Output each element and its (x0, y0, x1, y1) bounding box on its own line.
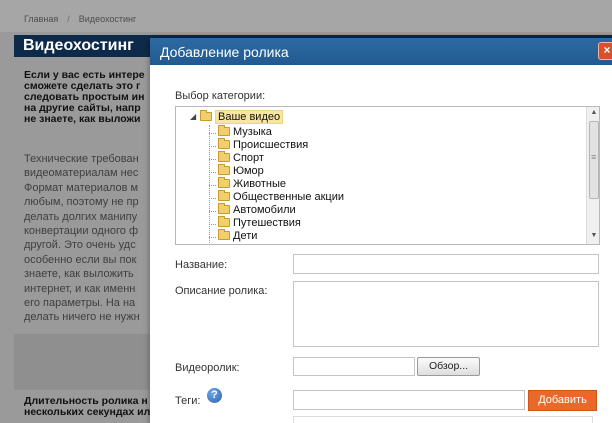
scroll-down-icon[interactable]: ▼ (587, 230, 599, 242)
folder-icon (200, 110, 212, 121)
help-icon[interactable]: ? (207, 388, 222, 403)
dialog-title: Добавление ролика (160, 44, 289, 60)
folder-icon (218, 229, 230, 240)
description-textarea[interactable] (293, 281, 599, 347)
tree-item-label: Музыка (233, 126, 272, 138)
video-file-input[interactable] (293, 357, 415, 376)
folder-icon (218, 216, 230, 227)
tech-line: делать долгих манипу (24, 210, 138, 223)
collapse-arrow-icon[interactable]: ◢ (190, 112, 196, 121)
name-label: Название: (175, 259, 228, 271)
tree-item-label: Дети (233, 230, 258, 242)
folder-icon (218, 203, 230, 214)
tags-input[interactable] (293, 390, 525, 410)
add-video-dialog: Добавление ролика × Выбор категории: ◢ В… (150, 38, 612, 423)
tech-line: Технические требован (24, 153, 139, 165)
description-label: Описание ролика: (175, 285, 268, 297)
tree-item-label: Автомобили (233, 204, 296, 216)
breadcrumb-current: Видеохостинг (78, 14, 137, 24)
breadcrumb: Главная / Видеохостинг (0, 0, 612, 32)
intro-text: Если у вас есть интере сможете сделать э… (24, 70, 164, 125)
folder-icon (218, 177, 230, 188)
category-label: Выбор категории: (175, 90, 266, 102)
dialog-header: Добавление ролика (150, 38, 612, 65)
next-field-edge (293, 416, 593, 423)
tree-item-label: Спорт (233, 152, 264, 164)
tree-item-label: Общественные акции (233, 191, 345, 203)
folder-icon (218, 164, 230, 175)
tags-label: Теги: (175, 395, 201, 407)
duration-text: Длительность ролика н нескольких секунда… (24, 396, 164, 418)
name-input[interactable] (293, 254, 599, 274)
close-button[interactable]: × (598, 42, 612, 60)
folder-icon (218, 125, 230, 136)
tech-line: знаете, как выложить (24, 268, 134, 281)
tech-line: делать ничего не нужн (24, 311, 140, 324)
tech-line: конвертации одного ф (24, 225, 139, 238)
tech-line: любым, поэтому не пр (24, 196, 139, 209)
tech-line: его параметры. На на (24, 297, 136, 310)
folder-icon (218, 138, 230, 149)
tech-line: видеоматериалам нес (24, 167, 139, 180)
video-label: Видеоролик: (175, 362, 240, 374)
scroll-thumb[interactable] (589, 121, 599, 199)
close-icon: × (603, 43, 611, 57)
tech-line: Формат материалов м (24, 181, 139, 194)
folder-icon (218, 151, 230, 162)
tree-item[interactable]: Общественные акции (209, 190, 345, 205)
tech-line: особенно если вы пок (24, 253, 137, 266)
tree-root-label: Ваше видео (215, 110, 284, 124)
tree-item-label: Юмор (233, 165, 264, 177)
folder-icon (218, 190, 230, 201)
tree-scrollbar[interactable]: ▲ ▼ (586, 107, 599, 244)
tree-item-label: Происшествия (233, 139, 309, 151)
tree-item-label: Путешествия (233, 217, 301, 229)
intro-line: не знаете, как выложи (24, 113, 141, 125)
duration-line: нескольких секундах ил (24, 406, 151, 418)
tech-line: другой. Это очень удс (24, 239, 136, 252)
breadcrumb-separator: / (67, 14, 70, 24)
tech-requirements-text: Технические требован видеоматериалам нес… (24, 152, 164, 325)
tech-line: интернет, и как именн (24, 282, 136, 295)
tree-root-item[interactable]: ◢ Ваше видео (190, 110, 284, 125)
tree-item-label: Животные (233, 178, 287, 190)
tree-item[interactable]: Дети (209, 229, 258, 244)
scroll-up-icon[interactable]: ▲ (587, 107, 599, 119)
browse-button[interactable]: Обзор... (417, 357, 480, 376)
category-tree[interactable]: ◢ Ваше видео Музыка Происшествия Спорт Ю… (175, 106, 600, 245)
breadcrumb-home[interactable]: Главная (24, 14, 58, 24)
add-tag-button[interactable]: Добавить (528, 390, 597, 411)
